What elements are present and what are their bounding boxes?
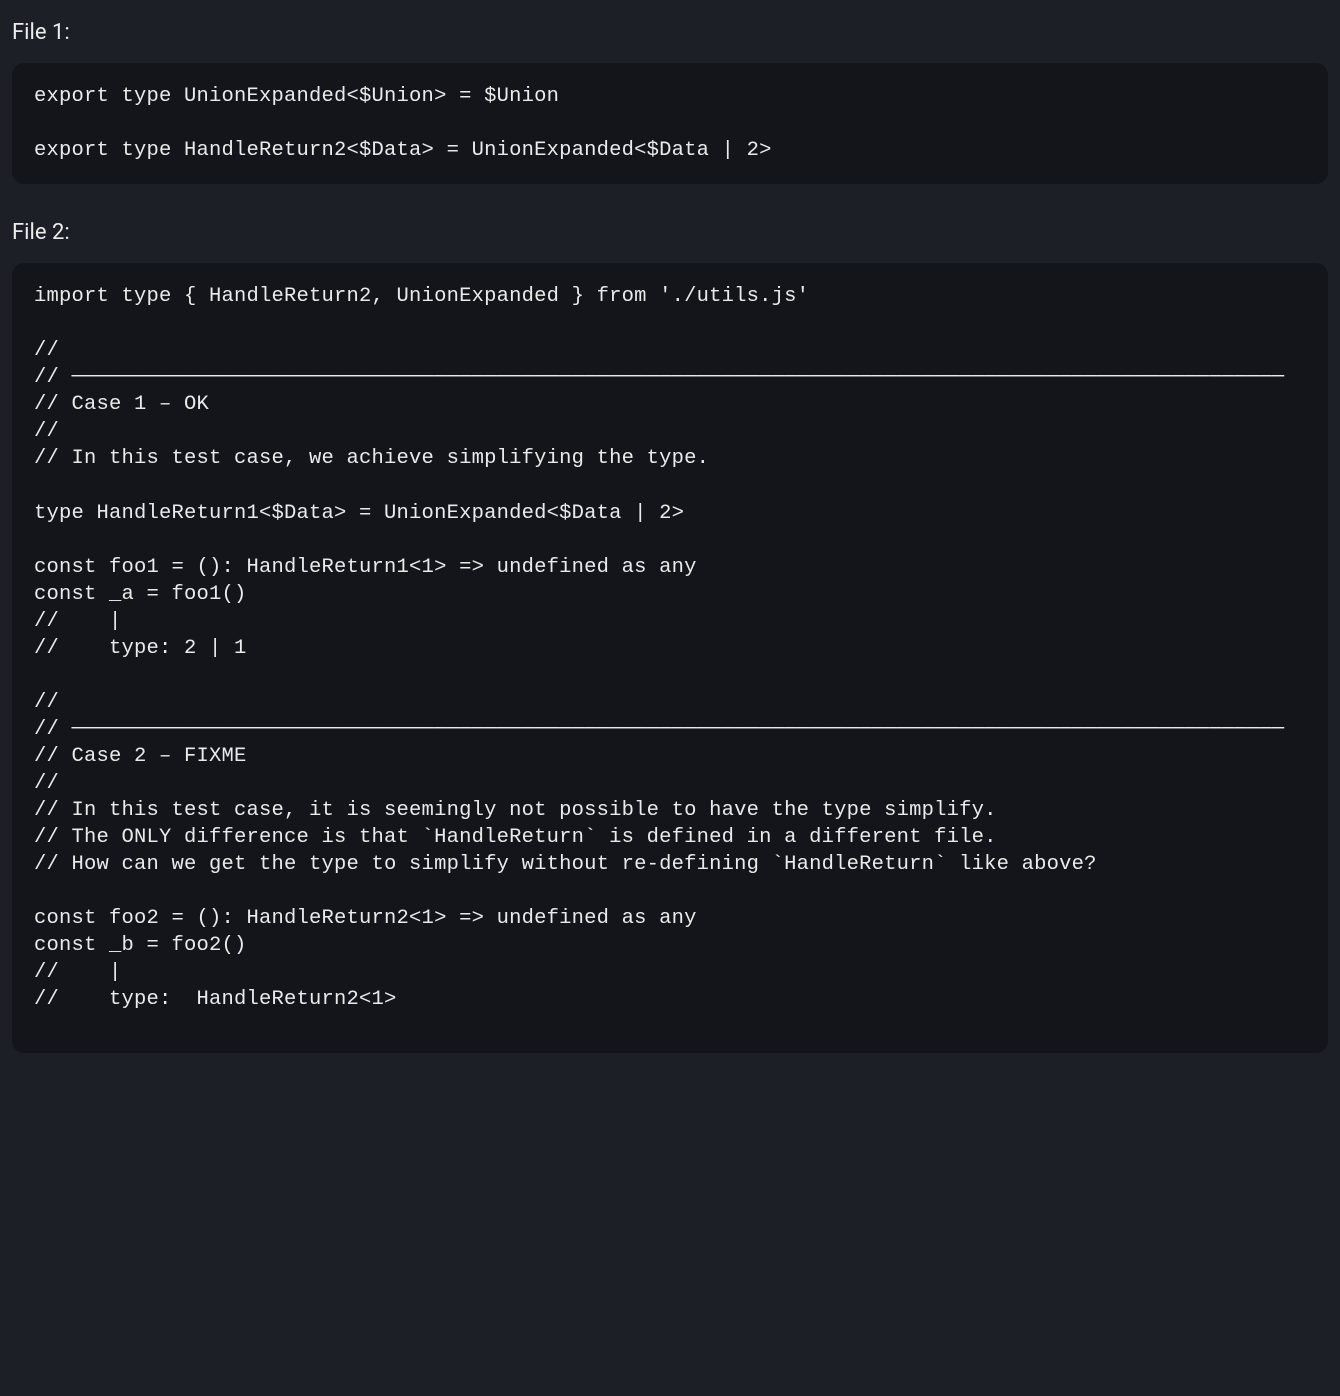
page-root: File 1: export type UnionExpanded<$Union… [0, 0, 1340, 1077]
file2-code: import type { HandleReturn2, UnionExpand… [34, 283, 1306, 1013]
file1-code-block[interactable]: export type UnionExpanded<$Union> = $Uni… [12, 63, 1328, 184]
file2-code-block[interactable]: import type { HandleReturn2, UnionExpand… [12, 263, 1328, 1053]
file2-label: File 2: [12, 220, 1328, 245]
file1-code: export type UnionExpanded<$Union> = $Uni… [34, 83, 1306, 164]
file1-label: File 1: [12, 20, 1328, 45]
